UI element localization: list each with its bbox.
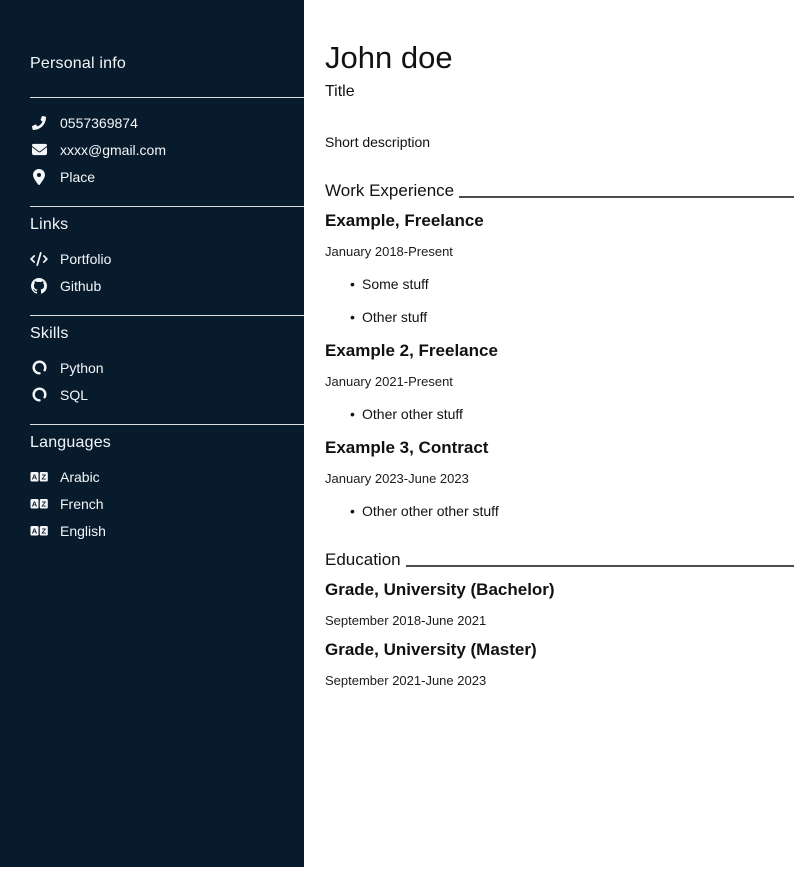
job-title: Example 2, Freelance — [325, 341, 794, 361]
svg-text:Z: Z — [42, 472, 47, 481]
degree-period: September 2018-June 2021 — [325, 613, 794, 628]
job-bullet: Other other other stuff — [362, 503, 794, 519]
phone-icon — [30, 116, 48, 130]
contact-email-row: xxxx@gmail.com — [30, 136, 304, 163]
work-experience-entry: Example, Freelance January 2018-Present … — [325, 211, 794, 325]
education-section-header: Education — [325, 550, 794, 570]
portfolio-link[interactable]: Portfolio — [30, 245, 304, 272]
work-experience-entry: Example 3, Contract January 2023-June 20… — [325, 438, 794, 519]
job-bullet: Some stuff — [362, 276, 794, 292]
phone-number: 0557369874 — [60, 115, 138, 131]
circle-notch-icon — [30, 360, 48, 375]
job-period: January 2018-Present — [325, 244, 794, 259]
place-label: Place — [60, 169, 95, 185]
svg-text:A: A — [32, 526, 38, 535]
github-link[interactable]: Github — [30, 272, 304, 299]
skills-heading: Skills — [30, 325, 304, 343]
links-heading: Links — [30, 216, 304, 234]
person-title: Title — [325, 83, 794, 101]
degree-period: September 2021-June 2023 — [325, 673, 794, 688]
job-period: January 2021-Present — [325, 374, 794, 389]
work-experience-entry: Example 2, Freelance January 2021-Presen… — [325, 341, 794, 422]
section-rule — [459, 196, 794, 198]
language-row-arabic: A Z Arabic — [30, 463, 304, 490]
personal-info-heading: Personal info — [30, 55, 304, 73]
svg-text:A: A — [32, 472, 38, 481]
job-title: Example 3, Contract — [325, 438, 794, 458]
portfolio-link-label: Portfolio — [60, 251, 111, 267]
language-label: English — [60, 523, 106, 539]
circle-notch-icon — [30, 387, 48, 402]
short-description: Short description — [325, 134, 794, 150]
skill-row-sql: SQL — [30, 381, 304, 408]
education-heading: Education — [325, 550, 401, 570]
job-bullet-list: Other other other stuff — [325, 503, 794, 519]
github-link-label: Github — [60, 278, 101, 294]
education-entry: Grade, University (Master) September 202… — [325, 640, 794, 688]
job-bullet-list: Other other stuff — [325, 406, 794, 422]
languages-heading: Languages — [30, 434, 304, 452]
svg-text:A: A — [32, 499, 38, 508]
skill-label: SQL — [60, 387, 88, 403]
skills-list: Python SQL — [30, 354, 304, 408]
sidebar-divider — [30, 424, 304, 425]
language-row-french: A Z French — [30, 490, 304, 517]
education-entry: Grade, University (Bachelor) September 2… — [325, 580, 794, 628]
degree-title: Grade, University (Bachelor) — [325, 580, 794, 600]
resume-body: John doe Title Short description Work Ex… — [304, 0, 794, 869]
job-period: January 2023-June 2023 — [325, 471, 794, 486]
skill-row-python: Python — [30, 354, 304, 381]
person-name: John doe — [325, 42, 794, 75]
code-icon — [30, 252, 48, 266]
language-label: French — [60, 496, 104, 512]
map-marker-icon — [30, 169, 48, 185]
sidebar-divider — [30, 97, 304, 98]
language-label: Arabic — [60, 469, 100, 485]
sidebar-divider — [30, 206, 304, 207]
language-icon: A Z — [30, 497, 48, 511]
personal-info-list: 0557369874 xxxx@gmail.com Place — [30, 109, 304, 190]
degree-title: Grade, University (Master) — [325, 640, 794, 660]
skill-label: Python — [60, 360, 104, 376]
github-icon — [30, 278, 48, 294]
svg-text:Z: Z — [42, 526, 47, 535]
job-bullet: Other stuff — [362, 309, 794, 325]
language-row-english: A Z English — [30, 517, 304, 544]
job-bullet-list: Some stuff Other stuff — [325, 276, 794, 325]
sidebar: Personal info 0557369874 xxxx@gmail.com — [0, 0, 304, 867]
language-icon: A Z — [30, 524, 48, 538]
job-title: Example, Freelance — [325, 211, 794, 231]
work-experience-section-header: Work Experience — [325, 181, 794, 201]
email-address: xxxx@gmail.com — [60, 142, 166, 158]
languages-list: A Z Arabic A Z French — [30, 463, 304, 544]
work-experience-heading: Work Experience — [325, 181, 454, 201]
contact-place-row: Place — [30, 163, 304, 190]
job-bullet: Other other stuff — [362, 406, 794, 422]
contact-phone-row: 0557369874 — [30, 109, 304, 136]
svg-text:Z: Z — [42, 499, 47, 508]
links-list: Portfolio Github — [30, 245, 304, 299]
language-icon: A Z — [30, 470, 48, 484]
section-rule — [406, 565, 794, 567]
envelope-icon — [30, 142, 48, 157]
sidebar-divider — [30, 315, 304, 316]
